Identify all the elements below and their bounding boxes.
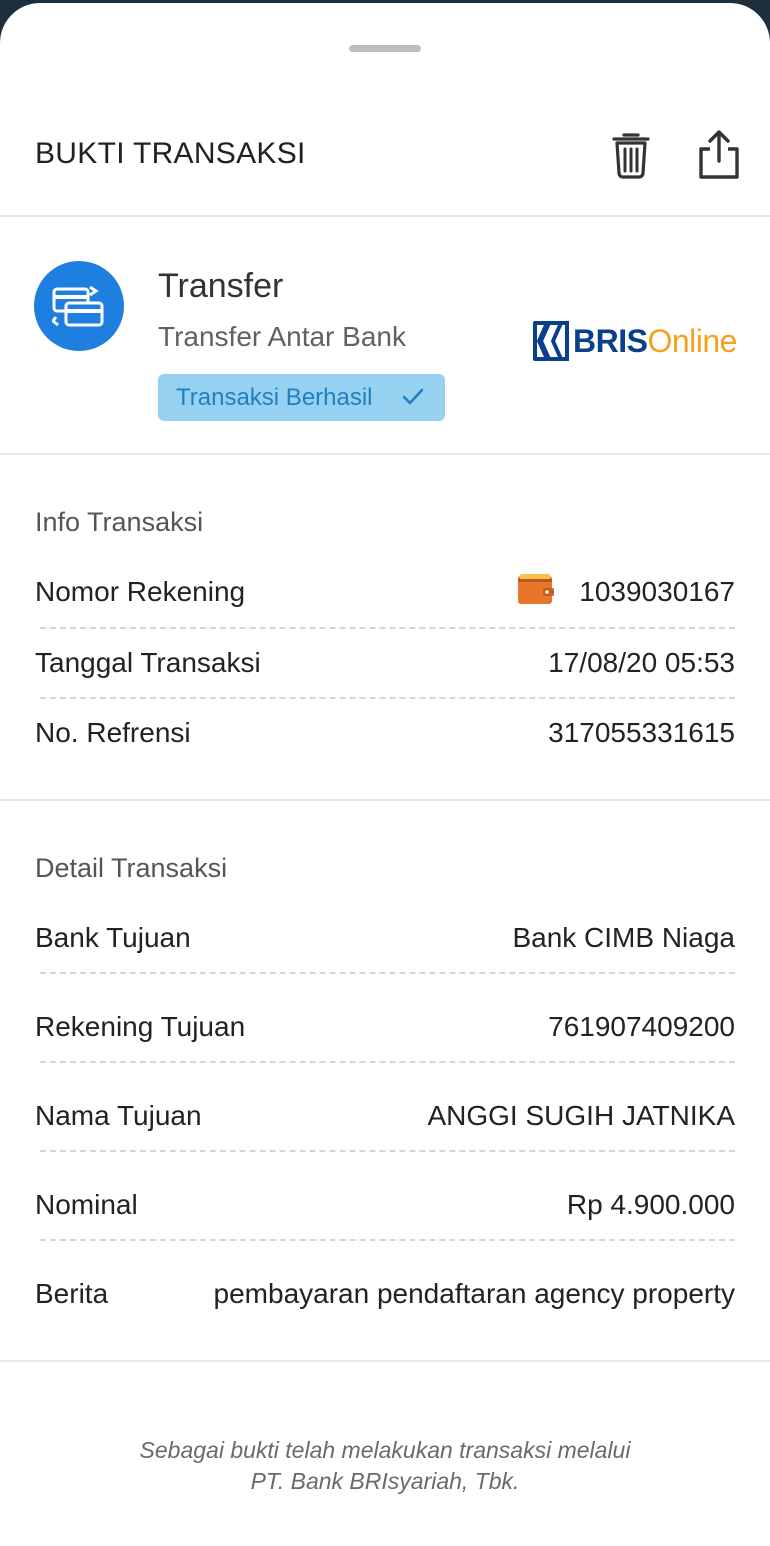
- wallet-icon: [518, 574, 554, 604]
- row-label: Nominal: [35, 1189, 138, 1220]
- logo-text-bris: BRIS: [573, 323, 648, 359]
- footer-line: PT. Bank BRIsyariah, Tbk.: [250, 1468, 520, 1494]
- share-icon: [699, 130, 739, 179]
- row-separator: [40, 972, 735, 974]
- row-value: 317055331615: [548, 717, 735, 748]
- row-separator: [40, 1150, 735, 1152]
- detail-section-title: Detail Transaksi: [35, 853, 228, 883]
- trash-icon: [612, 133, 650, 179]
- footer-line: Sebagai bukti telah melakukan transaksi …: [139, 1437, 631, 1463]
- logo-text-online: Online: [647, 323, 737, 359]
- row-label: Rekening Tujuan: [35, 1011, 246, 1042]
- info-section-title: Info Transaksi: [35, 507, 204, 537]
- transaction-type: Transfer: [158, 267, 284, 305]
- row-separator: [40, 627, 735, 629]
- page-title: BUKTI TRANSAKSI: [35, 137, 306, 170]
- footer-note: Sebagai bukti telah melakukan transaksi …: [0, 1435, 770, 1497]
- info-divider: [0, 799, 770, 801]
- detail-row-name: Nama Tujuan ANGGI SUGIH JATNIKA: [35, 1100, 735, 1140]
- detail-row-message: Berita pembayaran pendaftaran agency pro…: [35, 1278, 735, 1318]
- row-label: Nomor Rekening: [35, 576, 246, 607]
- row-label: Nama Tujuan: [35, 1100, 202, 1131]
- row-separator: [40, 697, 735, 699]
- row-value: pembayaran pendaftaran agency property: [213, 1278, 735, 1309]
- receipt-sheet: BUKTI TRANSAKSI Transfer Transfer Antar …: [0, 3, 770, 1546]
- bris-logo-mark-icon: [533, 321, 569, 361]
- row-separator: [40, 1061, 735, 1063]
- row-label: Bank Tujuan: [35, 922, 191, 953]
- row-value: 17/08/20 05:53: [548, 647, 735, 678]
- check-icon: [402, 388, 424, 405]
- detail-divider: [0, 1360, 770, 1362]
- row-separator: [40, 1239, 735, 1241]
- row-value: Rp 4.900.000: [566, 1189, 735, 1220]
- row-value: 1039030167: [579, 576, 735, 607]
- row-label: Tanggal Transaksi: [35, 647, 261, 678]
- detail-row-amount: Nominal Rp 4.900.000: [35, 1189, 735, 1229]
- row-value: Bank CIMB Niaga: [512, 922, 735, 953]
- status-text: Transaksi Berhasil: [176, 384, 373, 411]
- info-row-date: Tanggal Transaksi 17/08/20 05:53: [35, 647, 735, 687]
- detail-row-account: Rekening Tujuan 761907409200: [35, 1011, 735, 1051]
- info-row-account: Nomor Rekening 1039030167: [35, 574, 735, 616]
- summary-divider: [0, 453, 770, 455]
- delete-button[interactable]: [608, 129, 654, 181]
- row-value: 761907409200: [548, 1011, 735, 1042]
- info-row-reference: No. Refrensi 317055331615: [35, 717, 735, 757]
- row-label: Berita: [35, 1278, 109, 1309]
- header-divider: [0, 215, 770, 217]
- detail-row-bank: Bank Tujuan Bank CIMB Niaga: [35, 922, 735, 962]
- drag-handle[interactable]: [349, 45, 421, 52]
- row-label: No. Refrensi: [35, 717, 191, 748]
- transfer-icon: [34, 261, 124, 351]
- status-badge: Transaksi Berhasil: [158, 374, 445, 421]
- row-value: ANGGI SUGIH JATNIKA: [427, 1100, 735, 1131]
- share-button[interactable]: [696, 129, 742, 181]
- transaction-subtype: Transfer Antar Bank: [158, 321, 406, 352]
